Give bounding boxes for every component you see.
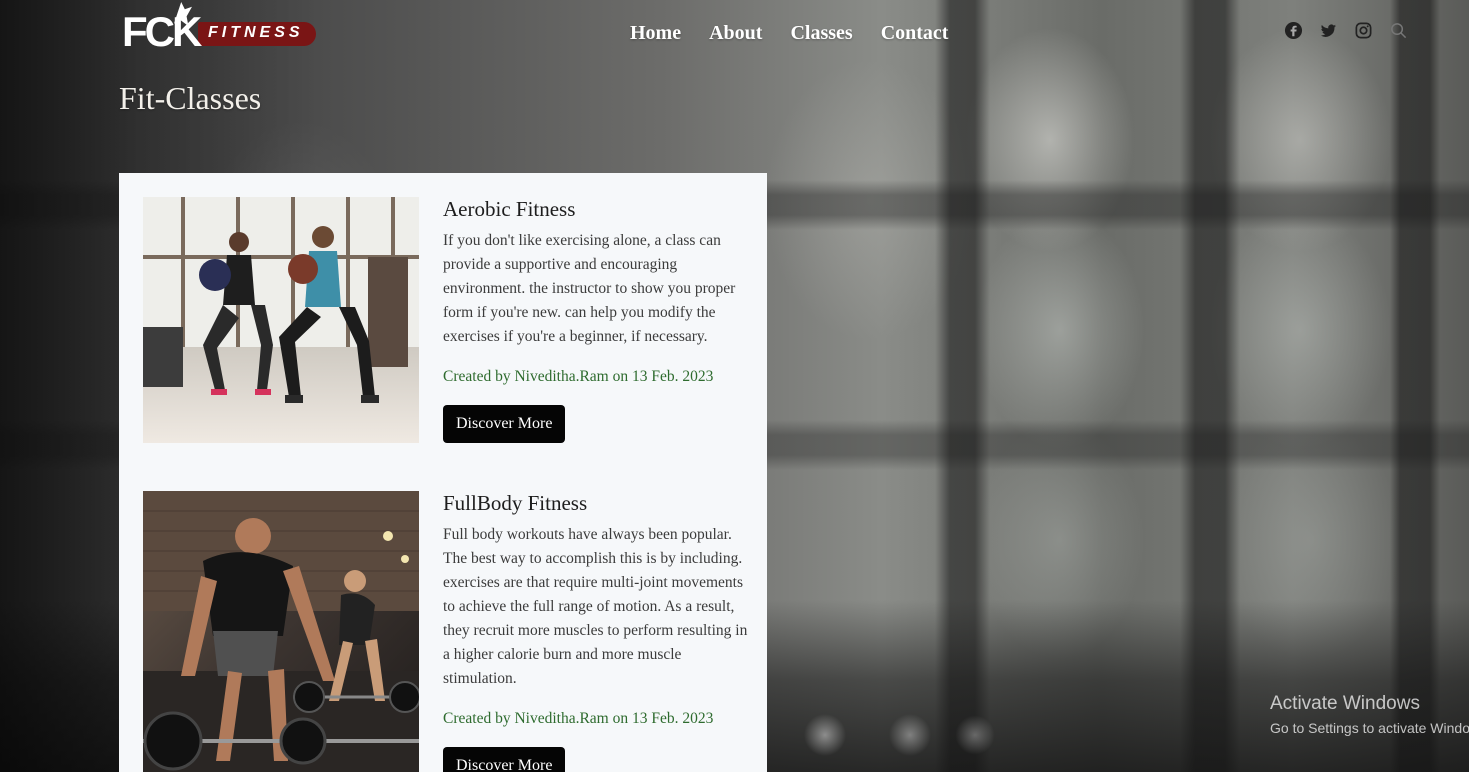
classes-panel: Aerobic Fitness If you don't like exerci… (119, 173, 767, 772)
page-title: Fit-Classes (119, 80, 262, 116)
aerobic-class-photo (143, 197, 419, 443)
fullbody-class-photo (143, 491, 419, 772)
nav-about[interactable]: About (709, 20, 762, 46)
class-meta: Created by Niveditha.Ram on 13 Feb. 2023 (443, 710, 714, 727)
class-card-body: Aerobic Fitness If you don't like exerci… (443, 197, 748, 443)
watermark-subtitle: Go to Settings to activate Windows. (1270, 720, 1469, 736)
class-title: FullBody Fitness (443, 491, 588, 515)
class-card-body: FullBody Fitness Full body workouts have… (443, 491, 748, 772)
class-description: Full body workouts have always been popu… (443, 526, 748, 687)
class-title: Aerobic Fitness (443, 197, 576, 221)
class-meta: Created by Niveditha.Ram on 13 Feb. 2023 (443, 368, 714, 385)
windows-activation-watermark: Activate Windows Go to Settings to activ… (1270, 692, 1469, 738)
discover-more-button[interactable]: Discover More (443, 405, 566, 443)
site-logo[interactable]: FCK FITNESS (122, 2, 318, 62)
site-header: FCK FITNESS Home About Classes Contact (0, 0, 1469, 70)
discover-more-button[interactable]: Discover More (443, 747, 566, 772)
class-description: If you don't like exercising alone, a cl… (443, 232, 736, 345)
main-nav: Home About Classes Contact (630, 20, 948, 46)
instagram-icon[interactable] (1354, 21, 1373, 40)
search-icon[interactable] (1389, 21, 1408, 40)
nav-contact[interactable]: Contact (881, 20, 949, 46)
logo-main-text: FCK (122, 8, 202, 55)
social-icons (1284, 21, 1408, 40)
logo-sub-text: FITNESS (208, 24, 304, 41)
facebook-icon[interactable] (1284, 21, 1303, 40)
twitter-icon[interactable] (1319, 21, 1338, 40)
nav-classes[interactable]: Classes (790, 20, 852, 46)
watermark-title: Activate Windows (1270, 693, 1420, 714)
nav-home[interactable]: Home (630, 20, 681, 46)
